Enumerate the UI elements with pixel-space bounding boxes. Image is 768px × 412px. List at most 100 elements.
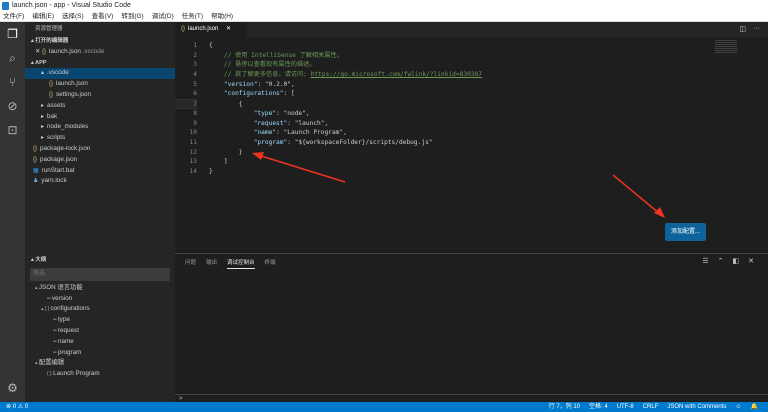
cursor-position[interactable]: 行 7，列 10 — [549, 402, 580, 412]
panel-tab[interactable]: 问题 — [185, 258, 196, 269]
outline-item[interactable]: ▴ 配置编辑 — [25, 358, 175, 369]
outline-item[interactable]: ═ program — [25, 348, 175, 359]
code-line[interactable]: 7 { — [175, 99, 243, 109]
language-mode[interactable]: JSON with Comments — [667, 402, 726, 412]
more-actions-icon[interactable]: ··· — [753, 25, 760, 32]
file-tree-item[interactable]: {} package-lock.json — [25, 144, 175, 155]
line-number: 3 — [193, 61, 197, 69]
split-editor-icon[interactable]: ◫ — [739, 25, 746, 33]
line-number: 9 — [193, 119, 197, 127]
menu-item[interactable]: 任务(T) — [182, 12, 203, 21]
file-tree-item[interactable]: ▸ scripts — [25, 133, 175, 144]
open-editor-item[interactable]: ✕ {} launch.json .vscode — [25, 47, 175, 58]
close-icon[interactable]: ✕ — [35, 48, 42, 55]
toggle-panel-layout-icon[interactable]: ◧ — [733, 257, 740, 265]
code-line[interactable]: 11 "program": "${workspaceFolder}/script… — [175, 138, 433, 148]
docs-link[interactable]: https://go.microsoft.com/fwlink/?linkid=… — [311, 71, 482, 78]
code-line[interactable]: 6 "configurations": [ — [175, 89, 294, 99]
outline-item[interactable]: ═ name — [25, 337, 175, 348]
code-line[interactable]: 2 // 使用 IntelliSense 了解相关属性。 — [175, 51, 343, 61]
file-tree-item[interactable]: {} settings.json — [25, 90, 175, 101]
search-icon[interactable]: ⌕ — [0, 46, 25, 70]
close-panel-icon[interactable]: ✕ — [748, 257, 754, 265]
debug-icon[interactable]: ⊘ — [0, 94, 25, 118]
file-tree-item[interactable]: ▴ .vscode — [25, 68, 175, 80]
line-text: "configurations": [ — [223, 90, 295, 98]
file-tree-item[interactable]: ▸ node_modules — [25, 122, 175, 133]
file-name: launch.json — [56, 80, 88, 88]
open-file-name: launch.json — [49, 47, 81, 55]
file-tree-item[interactable]: ▸ bak — [25, 112, 175, 123]
maximize-panel-icon[interactable]: ⌃ — [718, 257, 724, 265]
tab-label: launch.json — [188, 26, 219, 32]
folder-icon: ▸ — [41, 124, 45, 131]
outline-item[interactable]: { } Launch Program — [25, 369, 175, 380]
line-text: // 使用 IntelliSense 了解相关属性。 — [223, 51, 343, 59]
outline-item[interactable]: ▴ [ ] configurations — [25, 304, 175, 315]
close-tab-icon[interactable]: ✕ — [226, 26, 231, 32]
file-name: package.json — [40, 155, 78, 163]
panel-tab[interactable]: 终端 — [265, 258, 276, 269]
outline-filter-input[interactable] — [30, 267, 170, 281]
outline-label: name — [57, 337, 74, 345]
folder-icon: ▸ — [41, 135, 45, 142]
title-bar: launch.json - app - Visual Studio Code — [0, 0, 768, 12]
code-line[interactable]: 3 // 悬停以查看现有属性的描述。 — [175, 60, 315, 70]
outline-item[interactable]: ═ request — [25, 326, 175, 337]
file-tree-item[interactable]: {} package.json — [25, 155, 175, 166]
feedback-icon[interactable]: ☺ — [735, 402, 741, 412]
source-control-icon[interactable]: ⑂ — [0, 70, 25, 94]
code-line[interactable]: 12 } — [175, 148, 243, 158]
file-name: assets — [47, 101, 66, 109]
file-tree-item[interactable]: {} launch.json — [25, 79, 175, 90]
outline-item[interactable]: ═ version — [25, 294, 175, 305]
file-tree-item[interactable]: ♟ yarn.lock — [25, 176, 175, 187]
editor[interactable]: {} launch.json ✕ ◫ ··· 1{2 // 使用 IntelliS… — [175, 22, 768, 253]
debug-console-input[interactable]: > — [175, 394, 768, 402]
gear-icon[interactable]: ⚙ — [0, 376, 25, 400]
code-area[interactable]: 1{2 // 使用 IntelliSense 了解相关属性。 3 // 悬停以查看… — [175, 41, 482, 177]
panel: 问题 输出 调试控制台 终端 ☰ ⌃ ◧ ✕ > — [175, 253, 768, 402]
menu-item[interactable]: 调试(D) — [152, 12, 174, 21]
warning-icon: ⚠ — [17, 404, 24, 410]
notifications-icon[interactable]: 🔔 — [751, 402, 758, 412]
menu-item[interactable]: 编辑(E) — [32, 12, 54, 21]
panel-tab[interactable]: 输出 — [206, 258, 217, 269]
code-line[interactable]: 13 ] — [175, 157, 228, 167]
extensions-icon[interactable]: ⊡ — [0, 118, 25, 142]
menu-item[interactable]: 文件(F) — [3, 12, 24, 21]
encoding[interactable]: UTF-8 — [617, 402, 634, 412]
add-configuration-button[interactable]: 添加配置... — [665, 223, 706, 241]
file-name: .vscode — [47, 69, 69, 77]
open-editors-header[interactable]: ▴ 打开的编辑器 — [25, 36, 175, 47]
line-number: 2 — [193, 51, 197, 59]
outline-label: version — [51, 294, 73, 302]
code-line[interactable]: 5 "version": "0.2.0", — [175, 80, 294, 90]
menu-item[interactable]: 选择(S) — [62, 12, 84, 21]
line-ending[interactable]: CRLF — [643, 402, 659, 412]
outline-header[interactable]: ▴ 大纲 — [25, 255, 175, 266]
menu-item[interactable]: 查看(V) — [92, 12, 114, 21]
problems-indicator[interactable]: ⊗ 0 ⚠ 0 — [0, 404, 28, 410]
code-line[interactable]: 1{ — [175, 41, 212, 51]
json-icon: {} — [33, 145, 38, 152]
code-line[interactable]: 10 "name": "Launch Program", — [175, 128, 347, 138]
tab-launch-json[interactable]: {} launch.json ✕ — [175, 22, 247, 37]
code-line[interactable]: 14} — [175, 167, 213, 177]
code-line[interactable]: 9 "request": "launch", — [175, 119, 328, 129]
explorer-icon[interactable]: ❐ — [0, 22, 25, 46]
clear-console-icon[interactable]: ☰ — [702, 257, 708, 265]
file-tree-item[interactable]: ▦ runStart.bat — [25, 166, 175, 177]
indentation[interactable]: 空格: 4 — [589, 402, 608, 412]
menu-item[interactable]: 帮助(H) — [211, 12, 233, 21]
code-line[interactable]: 4 // 欲了解更多信息，请访问: https://go.microsoft.c… — [175, 70, 482, 80]
menu-item[interactable]: 转到(G) — [121, 12, 143, 21]
panel-tab[interactable]: 调试控制台 — [227, 258, 255, 269]
outline-label: Launch Program — [53, 370, 100, 378]
line-number: 6 — [193, 90, 197, 98]
file-tree-item[interactable]: ▸ assets — [25, 101, 175, 112]
code-line[interactable]: 8 "type": "node", — [175, 109, 309, 119]
project-header[interactable]: ▴ APP — [25, 58, 175, 69]
outline-item[interactable]: ▴ JSON 语言功能 — [25, 283, 175, 294]
outline-item[interactable]: ═ type — [25, 315, 175, 326]
